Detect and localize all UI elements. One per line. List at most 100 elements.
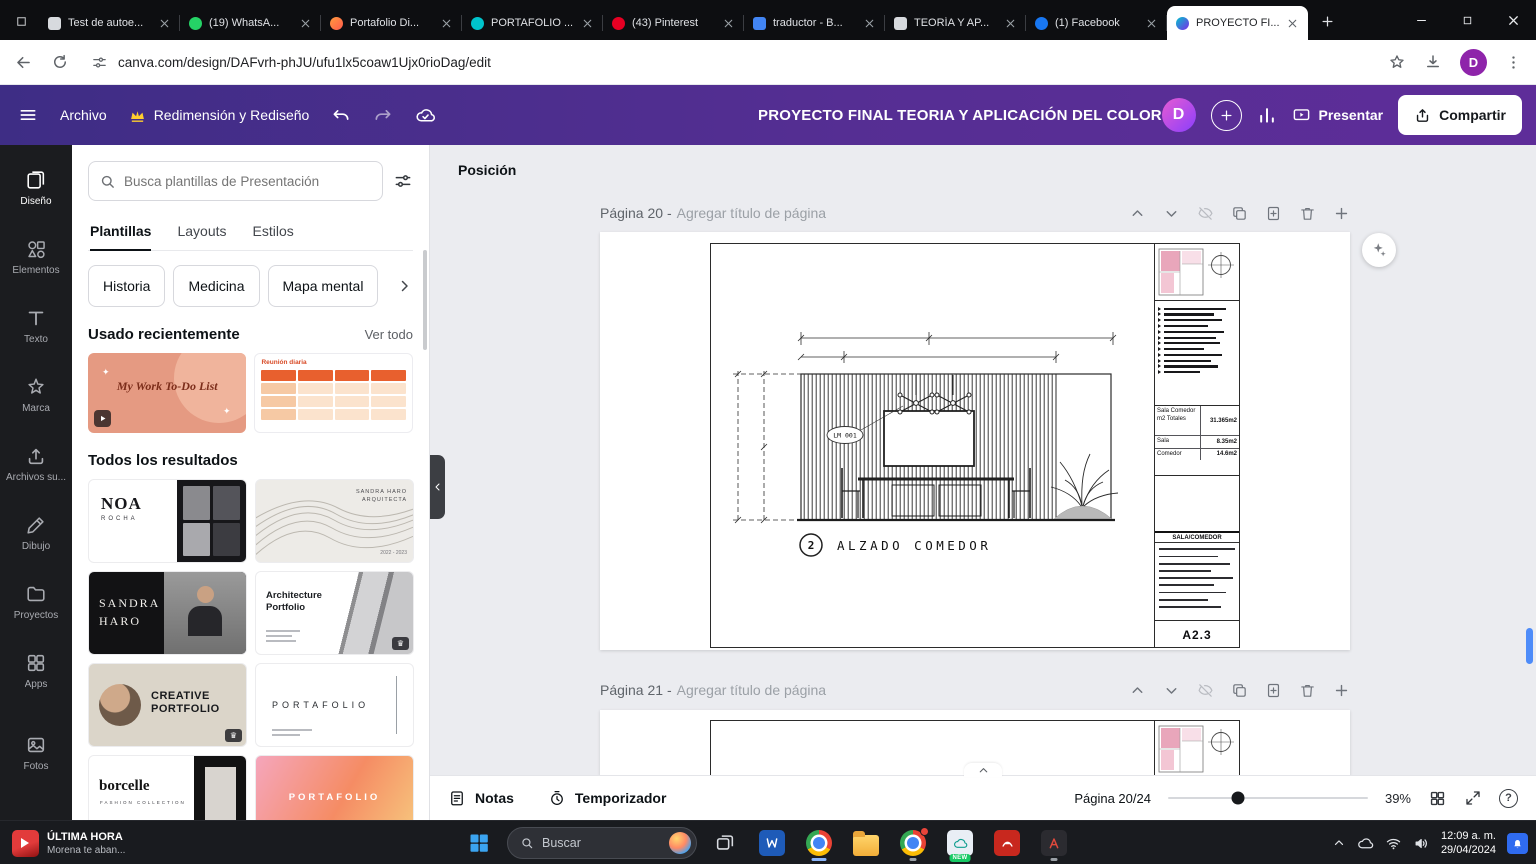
page-indicator[interactable]: Página 20/24 [1074,791,1151,806]
browser-tab-active[interactable]: PROYECTO FI... [1167,6,1308,40]
address-bar[interactable]: canva.com/design/DAFvrh-phJU/ufu1lx5coaw… [87,54,1370,71]
page-20[interactable]: LM 001 2 ALZADO COMEDOR Sala Comedor m2 … [600,232,1350,650]
browser-tab[interactable]: traductor - B... [744,6,885,40]
template-portafolio-minimal[interactable]: PORTAFOLIO [255,663,414,747]
acrobat-app-button[interactable] [988,824,1026,862]
user-avatar[interactable]: D [1161,98,1196,132]
browser-tab[interactable]: Portafolio Di... [321,6,462,40]
duplicate-page-button[interactable] [1231,682,1248,699]
sidebar-item-draw[interactable]: Dibujo [4,500,68,566]
recent-template-daily-meeting[interactable]: Reunión diaria [254,353,413,433]
sidebar-item-photos[interactable]: Fotos [4,720,68,786]
close-tab-icon[interactable] [1286,17,1299,30]
search-input[interactable] [124,173,372,189]
bookmark-star-icon[interactable] [1388,53,1406,71]
insights-button[interactable] [1257,105,1277,125]
template-borcelle-fashion[interactable]: borcelle FASHION COLLECTION [88,755,247,820]
sidebar-item-elements[interactable]: Elementos [4,224,68,290]
zoom-percent[interactable]: 39% [1385,791,1411,806]
site-info-icon[interactable] [91,54,108,71]
word-app-button[interactable] [753,824,791,862]
new-tab-button[interactable] [1314,8,1340,34]
add-page-file-button[interactable] [1265,205,1282,222]
move-page-up-button[interactable] [1129,682,1146,699]
template-search-box[interactable] [88,161,383,201]
template-creative-portfolio[interactable]: CREATIVE PORTFOLIO ♛ [88,663,247,747]
sidebar-item-uploads[interactable]: Archivos su... [4,431,68,497]
maximize-window-button[interactable] [1444,0,1490,40]
template-architecture-portfolio[interactable]: Architecture Portfolio ♛ [255,571,414,655]
title-block[interactable]: Sala Comedor m2 Totales 31.365m2 Sala 8.35… [1154,244,1239,647]
autocad-app-button[interactable] [1035,824,1073,862]
sidebar-item-text[interactable]: Texto [4,293,68,359]
browser-tab[interactable]: TEORÍA Y AP... [885,6,1026,40]
browser-tab[interactable]: (43) Pinterest [603,6,744,40]
filter-icon[interactable] [393,171,413,191]
sidebar-item-projects[interactable]: Proyectos [4,569,68,635]
browser-tab[interactable]: (19) WhatsA... [180,6,321,40]
position-button[interactable]: Posición [448,156,526,184]
sidebar-item-brand[interactable]: Marca [4,362,68,428]
canvas-scrollbar-thumb[interactable] [1526,628,1533,664]
callout-number[interactable]: 2 [808,539,815,552]
move-page-up-button[interactable] [1129,205,1146,222]
present-button[interactable]: Presentar [1292,106,1383,125]
tab-plantillas[interactable]: Plantillas [90,214,152,251]
downloads-icon[interactable] [1424,53,1442,71]
start-button[interactable] [460,824,498,862]
task-view-button[interactable] [706,824,744,862]
tray-expand-icon[interactable] [1332,836,1346,850]
grid-view-button[interactable] [1428,789,1447,808]
close-tab-icon[interactable] [299,17,312,30]
chips-next-icon[interactable] [395,277,413,295]
add-page-file-button[interactable] [1265,682,1282,699]
tab-estilos[interactable]: Estilos [253,214,294,250]
new-app-button[interactable]: NEW [941,824,979,862]
hamburger-menu-icon[interactable] [18,105,38,125]
page-title-placeholder[interactable]: Agregar título de página [677,205,826,221]
close-tab-icon[interactable] [1004,17,1017,30]
volume-icon[interactable] [1413,835,1430,852]
callout-title[interactable]: ALZADO COMEDOR [837,538,991,553]
browser-tab[interactable]: PORTAFOLIO ... [462,6,603,40]
chrome-app-button[interactable] [800,824,838,862]
wifi-icon[interactable] [1385,835,1402,852]
collapse-panel-button[interactable] [430,455,445,519]
recent-template-todo-list[interactable]: My Work To-Do List ✦ ✦ [88,353,247,433]
minimize-window-button[interactable] [1398,0,1444,40]
onedrive-icon[interactable] [1357,835,1374,852]
design-canvas-area[interactable]: Posición Página 20 - Agregar título de p… [430,145,1536,775]
title-block[interactable] [1154,721,1239,775]
chip-historia[interactable]: Historia [88,265,166,307]
template-noa-rocha[interactable]: NOA ROCHA [88,479,247,563]
notifications-button[interactable] [1507,832,1528,854]
close-tab-icon[interactable] [1145,17,1158,30]
template-portafolio-gradient[interactable]: PORTAFOLIO [255,755,414,820]
tab-layouts[interactable]: Layouts [177,214,226,250]
sidebar-item-design[interactable]: Diseño [4,155,68,221]
share-button[interactable]: Compartir [1398,95,1522,135]
timer-button[interactable]: Temporizador [548,789,666,807]
chip-mapa-mental[interactable]: Mapa mental [267,265,379,307]
url-text[interactable]: canva.com/design/DAFvrh-phJU/ufu1lx5coaw… [118,55,491,70]
browser-profile-avatar[interactable]: D [1460,48,1487,76]
hide-page-button[interactable] [1197,205,1214,222]
sidebar-item-apps[interactable]: Apps [4,638,68,704]
file-menu-button[interactable]: Archivo [60,107,107,123]
file-explorer-button[interactable] [847,824,885,862]
taskbar-clock[interactable]: 12:09 a. m. 29/04/2024 [1441,829,1496,858]
add-page-button[interactable] [1333,682,1350,699]
browser-tab[interactable]: (1) Facebook [1026,6,1167,40]
close-window-button[interactable] [1490,0,1536,40]
undo-button[interactable] [331,105,351,125]
redo-button[interactable] [373,105,393,125]
chrome-profile-button[interactable] [894,824,932,862]
help-button[interactable]: ? [1499,788,1518,808]
template-sandra-photo[interactable]: SANDRA HARO [88,571,247,655]
drawing-sheet[interactable]: LM 001 2 ALZADO COMEDOR Sala Comedor m2 … [710,243,1240,648]
browser-tab[interactable]: Test de autoe... [39,6,180,40]
close-tab-icon[interactable] [158,17,171,30]
fullscreen-button[interactable] [1464,789,1482,807]
expand-pages-panel-button[interactable] [964,763,1002,777]
invite-member-button[interactable] [1210,99,1242,131]
